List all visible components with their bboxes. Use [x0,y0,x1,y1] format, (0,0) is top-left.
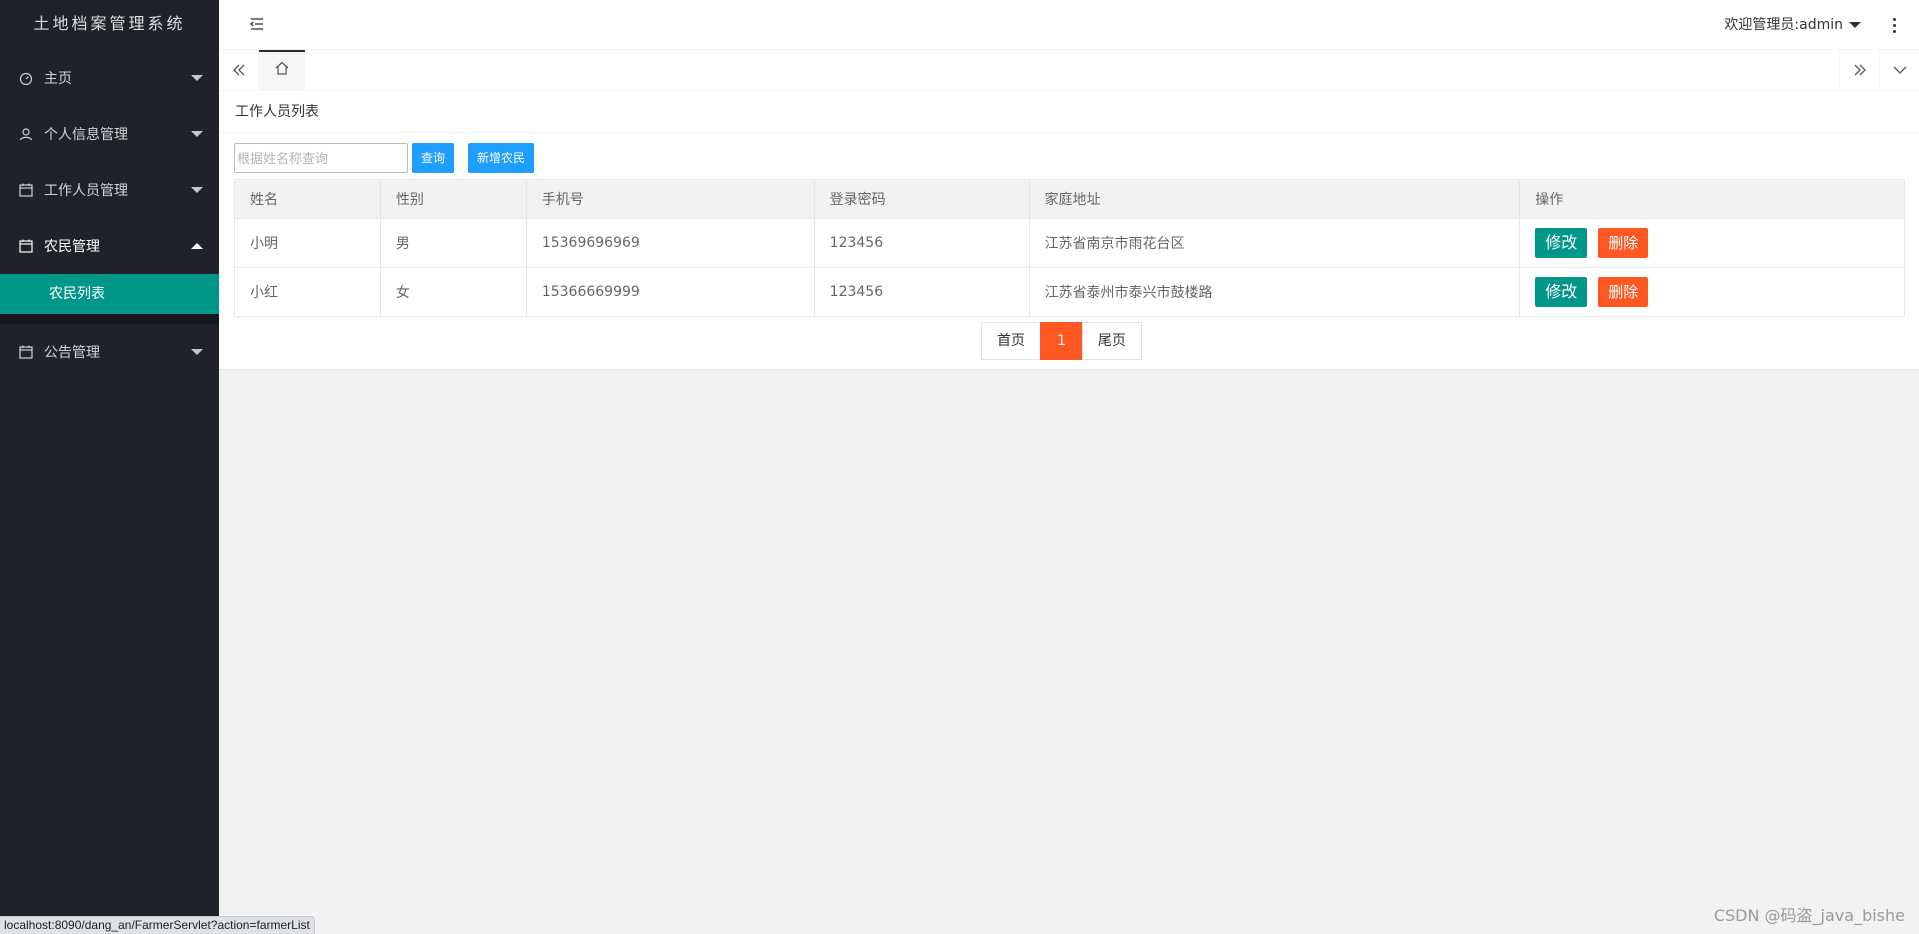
sidebar-item-label: 农民管理 [44,239,100,255]
chevron-down-icon [1849,22,1861,28]
cell-name: 小明 [234,218,381,268]
edit-button[interactable]: 修改 [1535,228,1588,258]
home-icon [274,60,290,80]
table-row: 小明 男 15369696969 123456 江苏省南京市雨花台区 修改 删除 [234,218,1905,268]
sidebar: 土地档案管理系统 主页 个人信息管理 工作人员管理 农民管理 农民列表 公告管理 [0,0,219,934]
cell-name: 小红 [234,267,381,317]
column-header: 手机号 [525,179,815,219]
more-vertical-icon[interactable] [1889,15,1899,35]
tab-bar [219,50,1919,91]
add-farmer-button[interactable]: 新增农民 [468,143,535,173]
farmer-table: 姓名 性别 手机号 登录密码 家庭地址 操作 小明 男 15369696969 … [234,179,1905,317]
cell-actions: 修改 删除 [1519,267,1905,317]
first-page-link[interactable]: 首页 [981,322,1041,360]
sidebar-submenu: 农民列表 [0,274,219,324]
sidebar-item-label: 主页 [44,71,72,87]
menu-toggle-icon[interactable] [249,16,267,34]
status-bar-url: localhost:8090/dang_an/FarmerServlet?act… [0,916,315,934]
double-chevron-left-icon[interactable] [219,50,259,90]
page-title: 工作人员列表 [219,91,1919,133]
pagination: 首页 1 尾页 [981,322,1142,360]
sidebar-item-farmer-list[interactable]: 农民列表 [0,274,219,314]
user-icon [18,126,34,142]
home-tab[interactable] [259,50,305,90]
table-header-row: 姓名 性别 手机号 登录密码 家庭地址 操作 [234,179,1905,219]
chevron-down-icon [191,187,203,193]
column-header: 家庭地址 [1028,179,1521,219]
sidebar-item-home[interactable]: 主页 [0,50,219,106]
edit-button[interactable]: 修改 [1535,277,1588,307]
watermark: CSDN @码盗_java_bishe [1713,906,1905,925]
current-page[interactable]: 1 [1040,322,1083,360]
sidebar-item-label: 公告管理 [44,345,100,361]
table-row: 小红 女 15366669999 123456 江苏省泰州市泰兴市鼓楼路 修改删… [234,267,1905,317]
cell-address: 江苏省南京市雨花台区 [1028,218,1521,268]
chevron-down-icon[interactable] [1879,50,1919,90]
chevron-down-icon [191,75,203,81]
search-input[interactable] [234,143,408,173]
cell-gender: 女 [379,267,527,317]
search-toolbar: 查询 新增农民 [234,143,535,173]
column-header: 操作 [1519,179,1905,219]
chevron-down-icon [191,131,203,137]
app-title: 土地档案管理系统 [0,0,219,50]
top-header: 欢迎管理员:admin [219,0,1919,50]
last-page-link[interactable]: 尾页 [1081,322,1142,360]
cell-phone: 15369696969 [525,218,815,268]
sidebar-item-profile[interactable]: 个人信息管理 [0,106,219,162]
cell-address: 江苏省泰州市泰兴市鼓楼路 [1028,267,1521,317]
sidebar-item-notices[interactable]: 公告管理 [0,324,219,380]
cell-gender: 男 [379,218,527,268]
calendar-icon [18,238,34,254]
column-header: 登录密码 [813,179,1030,219]
user-menu[interactable]: 欢迎管理员:admin [1724,0,1861,50]
cell-actions: 修改 删除 [1519,218,1905,268]
chevron-down-icon [191,349,203,355]
dashboard-icon [18,70,34,86]
sidebar-item-farmers[interactable]: 农民管理 [0,218,219,274]
column-header: 姓名 [234,179,381,219]
chevron-up-icon [191,243,203,249]
sidebar-item-label: 工作人员管理 [44,183,128,199]
delete-button[interactable]: 删除 [1598,228,1649,258]
double-chevron-right-icon[interactable] [1839,50,1879,90]
sidebar-item-staff[interactable]: 工作人员管理 [0,162,219,218]
cell-phone: 15366669999 [525,267,815,317]
sidebar-item-label: 个人信息管理 [44,127,128,143]
query-button[interactable]: 查询 [412,143,455,173]
main-content: 工作人员列表 查询 新增农民 姓名 性别 手机号 登录密码 家庭地址 操作 小明… [219,91,1919,370]
delete-button[interactable]: 删除 [1598,277,1649,307]
calendar-icon [18,344,34,360]
cell-password: 123456 [813,218,1030,268]
cell-password: 123456 [813,267,1030,317]
welcome-text: 欢迎管理员:admin [1724,17,1843,33]
column-header: 性别 [379,179,527,219]
calendar-icon [18,182,34,198]
